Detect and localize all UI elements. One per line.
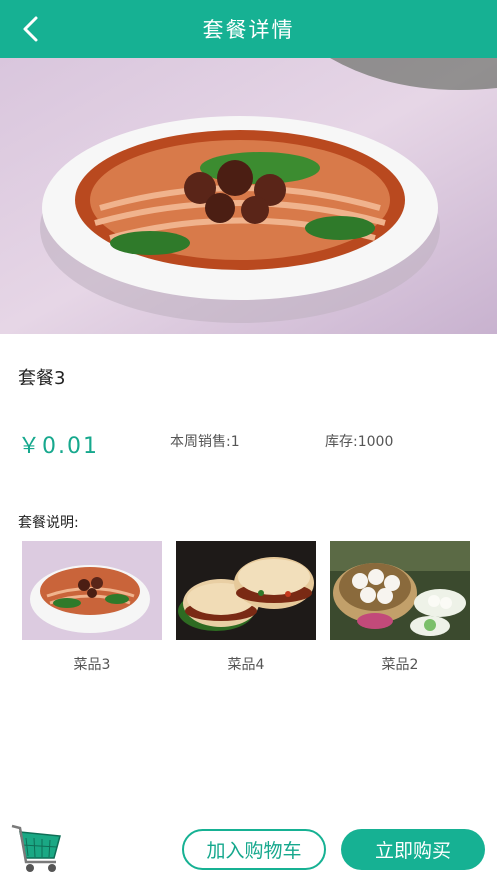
add-to-cart-button[interactable]: 加入购物车	[182, 829, 326, 870]
dish-name: 菜品2	[381, 657, 419, 673]
dish-name: 菜品3	[73, 657, 111, 673]
package-name: 套餐3	[18, 368, 66, 389]
dish-name: 菜品4	[227, 657, 265, 673]
package-price: ￥0.01	[18, 434, 99, 459]
buy-now-button[interactable]: 立即购买	[341, 829, 485, 870]
dish-card[interactable]: 菜品4	[176, 541, 316, 674]
stock-count: 库存:1000	[325, 434, 394, 450]
package-hero-image	[0, 58, 497, 334]
weekly-sales: 本周销售:1	[170, 434, 240, 450]
dish-image-noodle	[22, 541, 162, 640]
dish-image-steamed-buns	[330, 541, 470, 640]
dish-image-roujiamo	[176, 541, 316, 640]
shopping-cart-icon[interactable]	[8, 818, 66, 876]
header-bar: 套餐详情	[0, 0, 497, 58]
dish-card[interactable]: 菜品3	[22, 541, 162, 674]
back-arrow-icon[interactable]	[14, 12, 48, 46]
page-title: 套餐详情	[202, 18, 295, 42]
description-label: 套餐说明:	[18, 515, 79, 531]
dish-card[interactable]: 菜品2	[330, 541, 470, 674]
